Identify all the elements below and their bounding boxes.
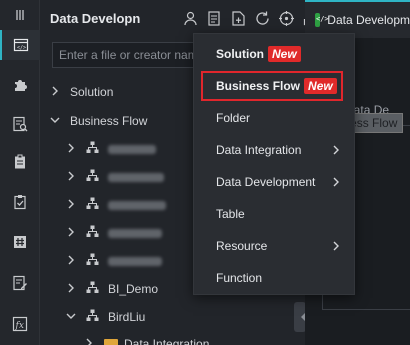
- search-input[interactable]: [52, 42, 212, 68]
- activity-bar: </> fx: [0, 0, 40, 345]
- panel-title: Data Developn: [50, 11, 141, 26]
- edit-document-icon[interactable]: [0, 268, 40, 298]
- blurred-flow-name: [108, 256, 162, 266]
- business-flow-icon: [86, 197, 100, 213]
- chevron-right-icon: [332, 240, 340, 254]
- menu-item-data-development[interactable]: Data Development: [194, 166, 354, 198]
- svg-text:fx: fx: [15, 321, 24, 331]
- blurred-flow-name: [108, 144, 156, 154]
- chevron-right-icon[interactable]: [64, 283, 78, 296]
- menu-item-label: Resource: [216, 239, 268, 253]
- search-document-icon[interactable]: [0, 109, 40, 139]
- menu-item-label: Folder: [216, 111, 251, 125]
- folder-icon: [104, 339, 118, 345]
- chevron-down-icon[interactable]: [64, 311, 78, 324]
- chevron-right-icon[interactable]: [64, 199, 78, 212]
- clipboard-check-icon[interactable]: [0, 187, 40, 217]
- create-menu: Solution New Business Flow New Folder Da…: [193, 33, 355, 295]
- tree-item-label: Business Flow: [70, 114, 148, 128]
- user-icon[interactable]: [182, 10, 199, 27]
- tree-item-data-integration[interactable]: Data Integration: [40, 330, 305, 345]
- chevron-down-icon[interactable]: [48, 115, 62, 128]
- menu-item-label: Data Development: [216, 175, 316, 189]
- clipboard-icon[interactable]: [0, 147, 40, 177]
- puzzle-icon[interactable]: [0, 70, 40, 100]
- chevron-right-icon[interactable]: [48, 86, 62, 99]
- menu-item-label: Function: [216, 271, 263, 285]
- menu-item-function[interactable]: Function: [194, 262, 354, 294]
- chevron-right-icon[interactable]: [64, 255, 78, 268]
- function-icon[interactable]: fx: [0, 309, 40, 339]
- new-file-icon[interactable]: [230, 10, 247, 27]
- business-flow-icon: [86, 281, 100, 297]
- chevron-right-icon: [332, 176, 340, 190]
- business-flow-icon: [86, 169, 100, 185]
- new-badge: New: [268, 46, 301, 62]
- menu-item-solution[interactable]: Solution New: [194, 38, 354, 70]
- menu-item-label: Solution: [216, 47, 264, 61]
- highlight-box: [201, 71, 343, 101]
- menu-lines-icon[interactable]: [0, 0, 40, 30]
- menu-item-resource[interactable]: Resource: [194, 230, 354, 262]
- blurred-flow-name: [108, 228, 162, 238]
- blurred-flow-name: [108, 200, 166, 210]
- menu-item-label: Data Integration: [216, 143, 302, 157]
- business-flow-icon: [86, 253, 100, 269]
- business-flow-icon: [86, 309, 100, 325]
- tree-item-label: Data Integration: [124, 337, 210, 345]
- locate-icon[interactable]: [278, 10, 295, 27]
- menu-item-data-integration[interactable]: Data Integration: [194, 134, 354, 166]
- tree-item-label: BirdLiu: [108, 310, 146, 324]
- refresh-icon[interactable]: [254, 10, 271, 27]
- explorer-toolbar: [182, 10, 319, 27]
- svg-text:</>: </>: [17, 45, 26, 51]
- chevron-right-icon: [332, 144, 340, 158]
- chevron-right-icon[interactable]: [82, 338, 96, 345]
- menu-item-table[interactable]: Table: [194, 198, 354, 230]
- code-icon: [315, 13, 329, 27]
- data-development-icon[interactable]: </>: [0, 30, 40, 60]
- blurred-flow-name: [108, 172, 164, 182]
- menu-item-folder[interactable]: Folder: [194, 102, 354, 134]
- tree-item-label: Solution: [70, 85, 114, 99]
- tree-item-label: BI_Demo: [108, 282, 159, 296]
- chevron-right-icon[interactable]: [64, 143, 78, 156]
- chevron-right-icon[interactable]: [64, 227, 78, 240]
- hash-icon[interactable]: [0, 227, 40, 257]
- tree-item-birdliu[interactable]: BirdLiu: [40, 303, 305, 331]
- business-flow-icon: [86, 225, 100, 241]
- tab-label: Data Developm: [327, 13, 410, 27]
- menu-item-label: Table: [216, 207, 245, 221]
- chevron-right-icon[interactable]: [64, 171, 78, 184]
- business-flow-icon: [86, 141, 100, 157]
- document-icon[interactable]: [206, 10, 223, 27]
